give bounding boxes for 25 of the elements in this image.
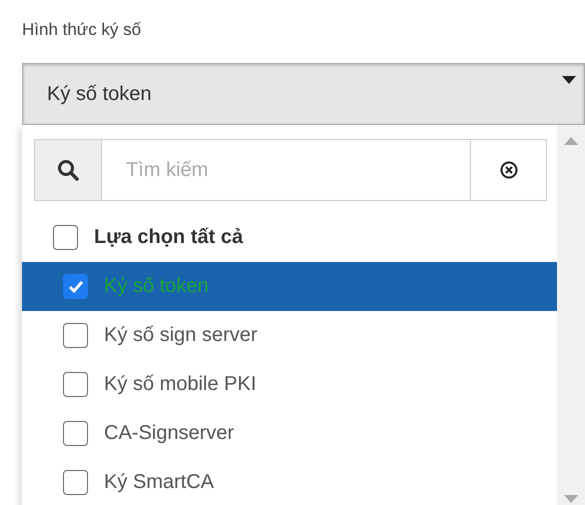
checkbox[interactable] xyxy=(63,470,88,495)
option-label: Ký số token xyxy=(104,275,209,298)
close-icon xyxy=(500,161,518,179)
checkbox[interactable] xyxy=(53,225,78,250)
option-label: CA-Signserver xyxy=(104,422,234,445)
option-row[interactable]: Ký số mobile PKI xyxy=(22,360,557,409)
select-field[interactable]: Ký số token xyxy=(22,63,585,125)
search-field[interactable]: Tìm kiếm xyxy=(102,139,470,201)
option-label: Ký số sign server xyxy=(104,324,258,347)
checkbox[interactable] xyxy=(63,323,88,348)
option-label: Lựa chọn tất cả xyxy=(94,226,243,249)
check-icon xyxy=(68,280,84,294)
caret-icon xyxy=(562,76,576,84)
clear-button[interactable] xyxy=(470,139,547,201)
search-icon xyxy=(57,159,79,181)
option-row[interactable]: CA-Signserver xyxy=(22,409,557,458)
select-all-option[interactable]: Lựa chọn tất cả xyxy=(22,213,557,262)
checkbox[interactable] xyxy=(63,421,88,446)
option-row[interactable]: Ký SmartCA xyxy=(22,458,557,505)
field-label: Hình thức ký số xyxy=(22,20,142,41)
option-label: Ký số mobile PKI xyxy=(104,373,256,396)
option-label: Ký SmartCA xyxy=(104,471,214,494)
option-row[interactable]: Ký số sign server xyxy=(22,311,557,360)
checkbox[interactable] xyxy=(63,372,88,397)
checkbox[interactable] xyxy=(63,274,88,299)
